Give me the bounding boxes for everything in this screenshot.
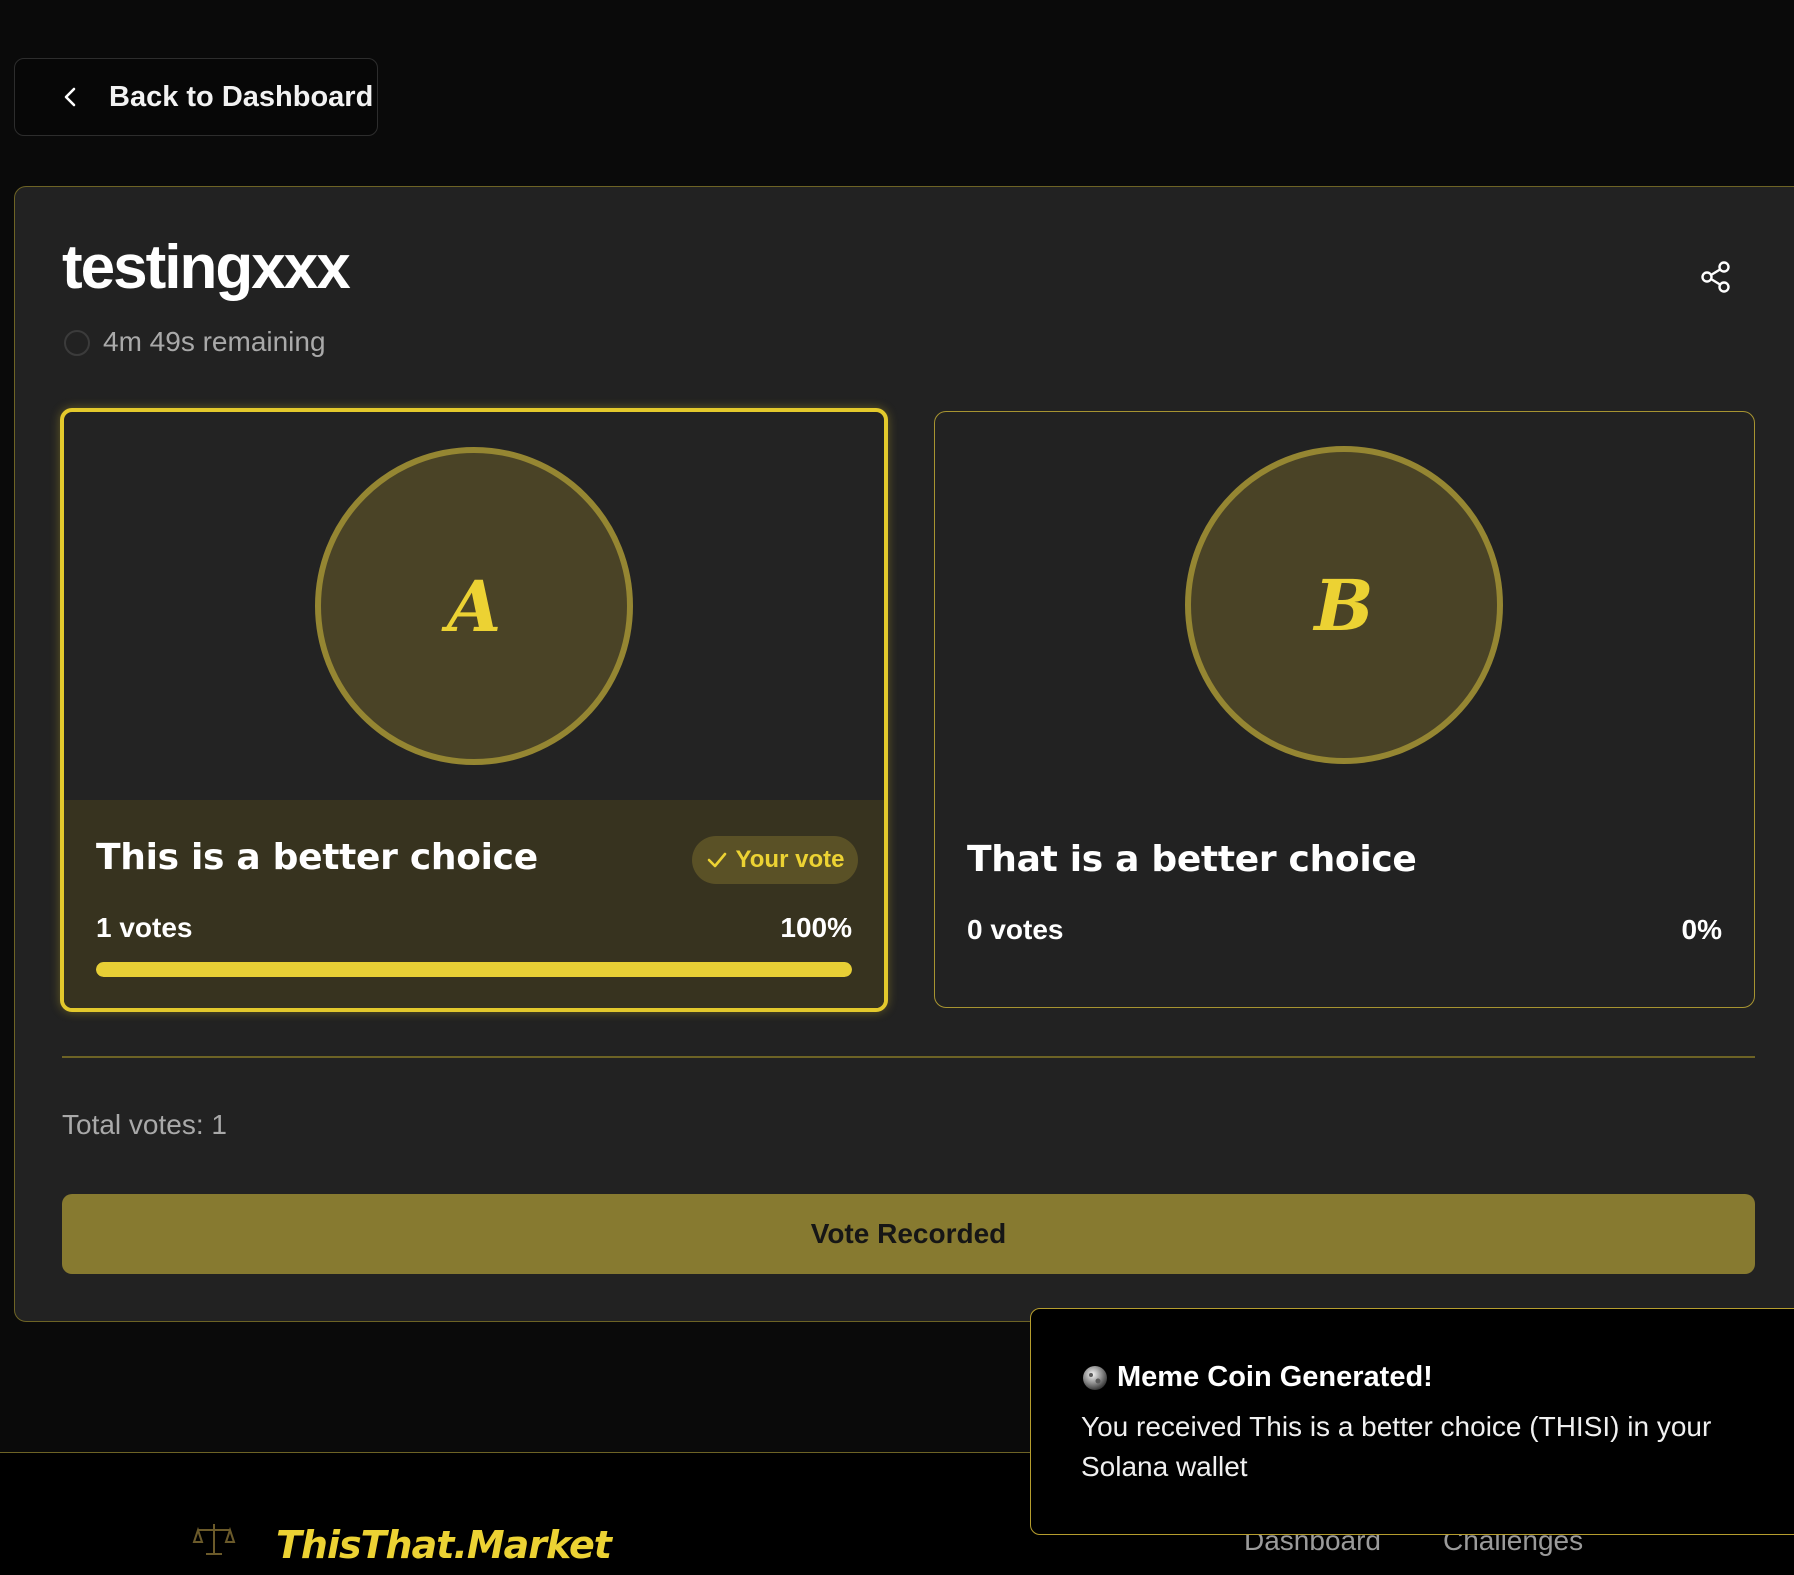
toast-notification: Meme Coin Generated! You received This i…	[1030, 1308, 1794, 1535]
divider	[62, 1056, 1755, 1058]
total-votes: Total votes: 1	[62, 1109, 227, 1140]
vote-recorded-button[interactable]: Vote Recorded	[62, 1194, 1755, 1274]
toast-message: You received This is a better choice (TH…	[1081, 1411, 1712, 1482]
option-a-letter: A	[446, 564, 502, 648]
option-a-percent: 100%	[780, 912, 852, 943]
option-card-a[interactable]: A This is a better choice Your vote 1 vo…	[60, 408, 888, 1012]
option-a-progress-bar	[96, 962, 852, 977]
timer-icon	[64, 330, 90, 356]
poll-title: testingxxx	[62, 233, 351, 302]
option-a-progress-fill	[96, 962, 852, 977]
option-a-label: This is a better choice	[96, 837, 538, 878]
option-b-label: That is a better choice	[967, 839, 1417, 880]
option-b-votes: 0 votes	[967, 914, 1064, 945]
coin-icon	[1083, 1365, 1107, 1390]
timer-text: 4m 49s remaining	[103, 326, 326, 357]
scales-icon	[192, 1524, 236, 1555]
share-icon[interactable]	[1698, 259, 1734, 295]
option-a-votes: 1 votes	[96, 912, 193, 943]
toast-title: Meme Coin Generated!	[1117, 1361, 1433, 1393]
option-b-letter: B	[1314, 563, 1374, 647]
your-vote-label: Your vote	[735, 846, 845, 873]
option-a-avatar: A	[315, 447, 633, 765]
back-button-label: Back to Dashboard	[109, 80, 374, 113]
option-b-percent: 0%	[1681, 914, 1722, 945]
check-icon	[707, 852, 726, 868]
your-vote-badge: Your vote	[692, 836, 858, 884]
chevron-left-icon	[64, 87, 76, 107]
option-card-b[interactable]: B That is a better choice 0 votes 0%	[934, 411, 1755, 1008]
back-to-dashboard-button[interactable]: Back to Dashboard	[14, 58, 378, 136]
option-b-avatar: B	[1185, 446, 1503, 764]
brand-logo[interactable]: ThisThat.Market	[276, 1523, 612, 1567]
